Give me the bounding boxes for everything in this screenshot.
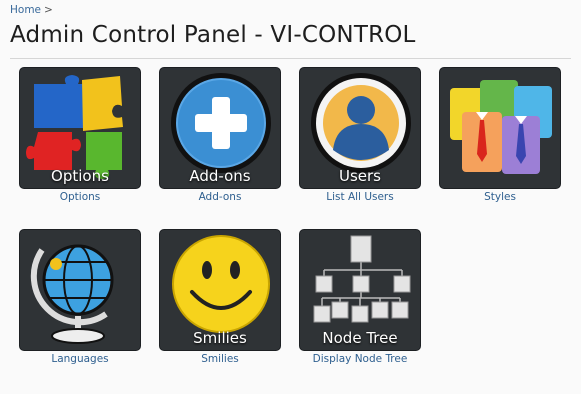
tile-styles[interactable]: Styles bbox=[439, 67, 561, 203]
tile-languages[interactable]: Languages bbox=[19, 229, 141, 365]
tile-nodetree-image[interactable]: Node Tree bbox=[299, 229, 421, 351]
tile-nodetree-caption[interactable]: Display Node Tree bbox=[299, 353, 421, 365]
tile-addons-caption[interactable]: Add-ons bbox=[159, 191, 281, 203]
tile-users-image[interactable]: Users bbox=[299, 67, 421, 189]
tile-languages-caption[interactable]: Languages bbox=[19, 353, 141, 365]
tile-addons[interactable]: Add-ons Add-ons bbox=[159, 67, 281, 203]
tile-users-caption[interactable]: List All Users bbox=[299, 191, 421, 203]
tile-options-image[interactable]: Options bbox=[19, 67, 141, 189]
divider bbox=[10, 58, 571, 59]
tile-smilies-overlay: Smilies bbox=[193, 329, 247, 347]
tile-nodetree-overlay: Node Tree bbox=[322, 329, 398, 347]
tile-options[interactable]: Options Options bbox=[19, 67, 141, 203]
tile-smilies-image[interactable]: Smilies bbox=[159, 229, 281, 351]
tile-options-caption[interactable]: Options bbox=[19, 191, 141, 203]
page-title: Admin Control Panel - VI-CONTROL bbox=[10, 22, 416, 48]
tile-options-overlay: Options bbox=[51, 167, 109, 185]
breadcrumb: Home > bbox=[10, 4, 53, 16]
tile-users-overlay: Users bbox=[338, 167, 381, 185]
tile-users[interactable]: Users List All Users bbox=[299, 67, 421, 203]
breadcrumb-separator: > bbox=[44, 4, 53, 16]
globe-icon bbox=[30, 244, 114, 344]
tile-addons-image[interactable]: Add-ons bbox=[159, 67, 281, 189]
shirts-icon bbox=[450, 80, 552, 174]
tile-languages-image[interactable] bbox=[19, 229, 141, 351]
tile-styles-image[interactable] bbox=[439, 67, 561, 189]
tile-addons-overlay: Add-ons bbox=[189, 167, 251, 185]
tile-nodetree[interactable]: Node Tree Display Node Tree bbox=[299, 229, 421, 365]
tile-smilies-caption[interactable]: Smilies bbox=[159, 353, 281, 365]
tile-smilies[interactable]: Smilies Smilies bbox=[159, 229, 281, 365]
tile-styles-caption[interactable]: Styles bbox=[439, 191, 561, 203]
breadcrumb-home-link[interactable]: Home bbox=[10, 4, 41, 16]
